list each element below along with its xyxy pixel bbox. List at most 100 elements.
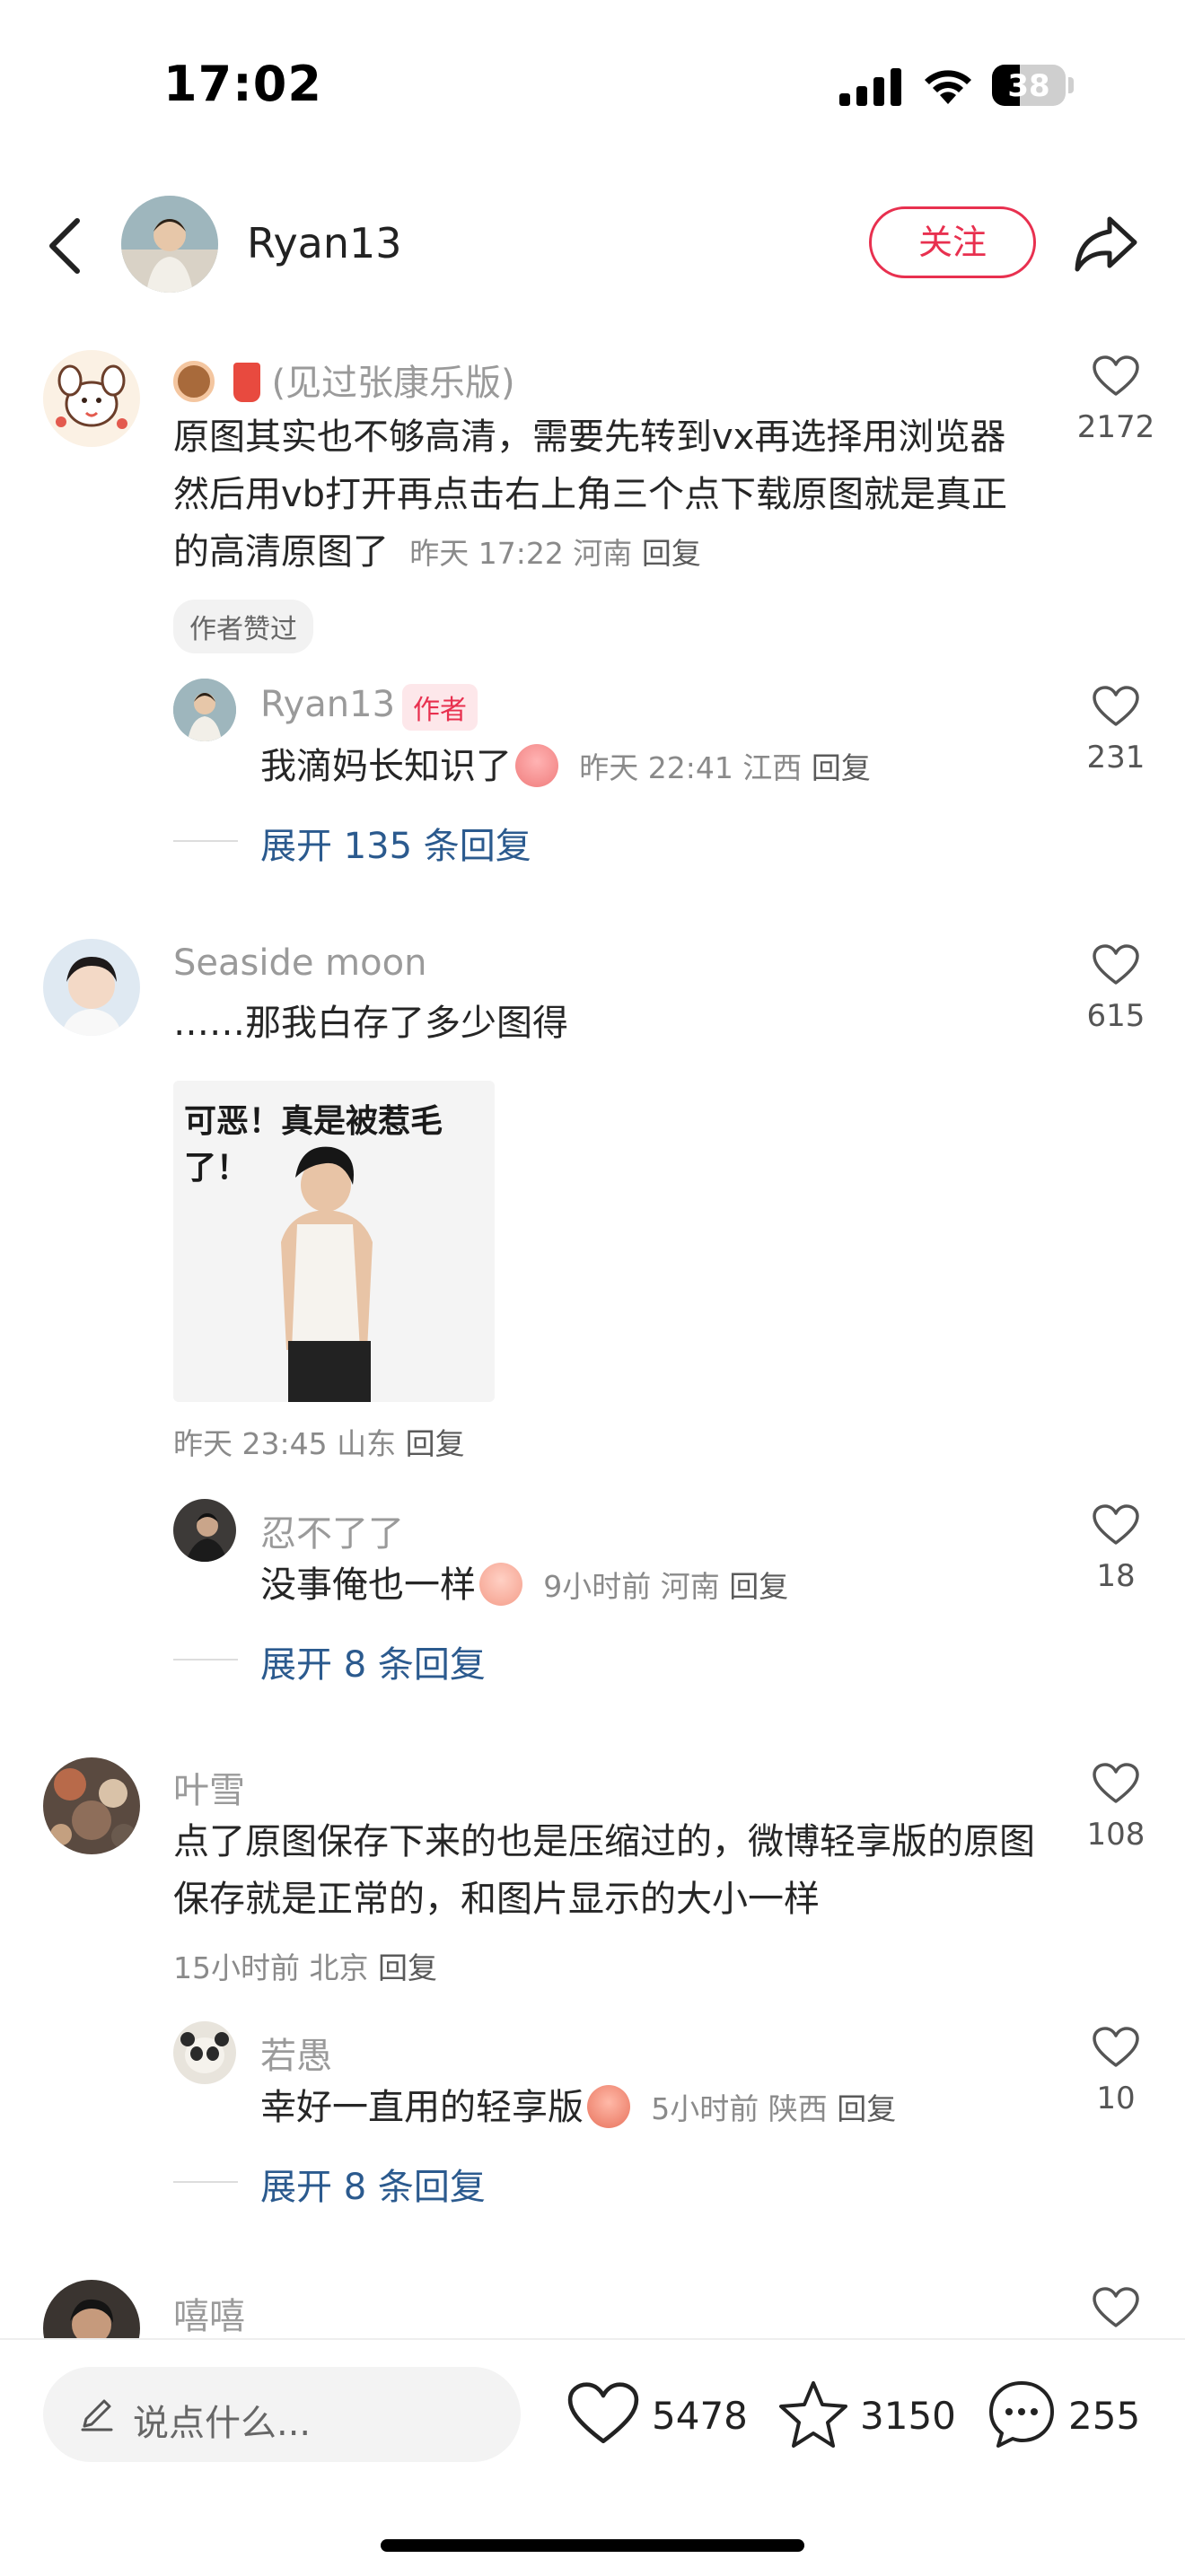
comment-time-location: 昨天 23:45 山东 [173,1426,397,1461]
comment-meta: 昨天 17:22 河南 回复 [400,536,701,571]
reply-body: 幸好一直用的轻享版 [260,2087,584,2128]
favorite-count: 3150 [860,2394,956,2438]
reply-time-location: 昨天 22:41 江西 [579,750,803,785]
expand-divider [173,1659,238,1660]
comment-text[interactable]: 原图其实也不够高清，需要先转到vx再选择用浏览器然后用vb打开再点击右上角三个点… [173,408,1017,583]
comment-like[interactable] [1066,2287,1165,2328]
comment-input-placeholder: 说点什么... [133,2403,312,2444]
reply-button[interactable]: 回复 [642,536,701,571]
reply-button[interactable]: 回复 [378,1950,437,1985]
reply-body: 我滴妈长知识了 [260,746,512,787]
heart-icon[interactable] [1093,1504,1139,1546]
battery-cap [1068,77,1074,93]
like-count: 108 [1086,1817,1146,1853]
reply-avatar[interactable] [173,679,236,741]
reply-time-location: 5小时前 陕西 [651,2091,828,2126]
commenter-avatar[interactable] [43,350,140,447]
post-header: Ryan13 关注 [0,180,1185,314]
comment-like[interactable]: 615 [1066,944,1165,1034]
sticker-image[interactable]: 可恶！真是被惹毛了！ [173,1081,495,1402]
smiling-face-icon [479,1563,522,1606]
author-liked-badge: 作者赞过 [173,600,313,653]
share-icon[interactable] [1070,210,1142,278]
commenter-name[interactable]: 嘻嘻 [173,2287,245,2339]
like-count: 2172 [1076,409,1155,445]
person-sticker-figure [281,1146,373,1402]
heart-icon[interactable] [1093,944,1139,986]
reply-button[interactable]: 回复 [837,2091,896,2126]
author-tag: 作者 [402,684,478,731]
reply-button[interactable]: 回复 [729,1569,788,1604]
surprised-face-icon [515,744,558,787]
comment-time-location: 15小时前 北京 [173,1950,369,1985]
reply-text[interactable]: 幸好一直用的轻享版 5小时前 陕西 回复 [260,2079,1032,2138]
star-icon [779,2381,847,2448]
reply-like[interactable]: 18 [1066,1504,1165,1594]
reply-name[interactable]: 忍不了了 [260,1504,404,1556]
grinning-face-icon [587,2085,630,2128]
reply-text[interactable]: 没事俺也一样 9小时前 河南 回复 [260,1556,1032,1616]
bottom-action-bar: 说点什么... 5478 3150 255 [0,2338,1185,2576]
comment-text[interactable]: ……那我白存了多少图得 [173,994,1017,1052]
commenter-name[interactable]: (见过张康乐版) [173,354,515,406]
commenter-name[interactable]: Seaside moon [173,942,426,984]
reply-button[interactable]: 回复 [812,750,871,785]
expand-replies-link[interactable]: 展开 8 条回复 [260,2158,486,2210]
reply-like[interactable]: 10 [1066,2027,1165,2116]
expand-divider [173,2181,238,2183]
reply-avatar[interactable] [173,1499,236,1562]
wifi-icon [925,70,971,104]
author-avatar[interactable] [121,196,218,293]
reply-button[interactable]: 回复 [406,1426,465,1461]
comment-meta: 15小时前 北京 回复 [173,1944,437,1987]
heart-icon [567,2382,639,2444]
like-count: 615 [1086,998,1146,1034]
battery-percent: 38 [1007,68,1050,104]
heart-icon[interactable] [1093,355,1139,397]
reply-body: 没事俺也一样 [260,1564,476,1606]
commenter-name-text: (见过张康乐版) [271,363,515,404]
status-time: 17:02 [163,56,322,112]
battery-icon: 38 [992,65,1066,106]
comment-text[interactable]: 点了原图保存下来的也是压缩过的，微博轻享版的原图保存就是正常的，和图片显示的大小… [173,1813,1053,1928]
expand-replies-link[interactable]: 展开 8 条回复 [260,1635,486,1687]
post-like-count: 5478 [652,2394,748,2438]
back-arrow-icon[interactable] [36,212,99,280]
commenter-avatar[interactable] [43,1757,140,1854]
drink-icon [233,363,260,402]
commenter-name[interactable]: 叶雪 [173,1761,245,1813]
heart-icon[interactable] [1093,2287,1139,2328]
author-name[interactable]: Ryan13 [247,219,402,267]
like-post-button[interactable]: 5478 [567,2376,748,2457]
comment-meta: 昨天 23:45 山东 回复 [173,1420,465,1463]
comment-input[interactable]: 说点什么... [43,2367,521,2462]
reply-name[interactable]: Ryan13 [260,684,395,725]
expand-replies-link[interactable]: 展开 135 条回复 [260,817,531,869]
follow-button[interactable]: 关注 [869,206,1036,278]
reply-text[interactable]: 我滴妈长知识了 昨天 22:41 江西 回复 [260,738,1032,797]
donut-icon [173,361,215,402]
cellular-signal-icon [839,66,902,106]
heart-icon[interactable] [1093,1763,1139,1804]
comment-like[interactable]: 108 [1066,1763,1165,1853]
comment-count: 255 [1068,2394,1141,2438]
home-indicator[interactable] [381,2539,804,2552]
expand-divider [173,840,238,842]
reply-time-location: 9小时前 河南 [543,1569,720,1604]
pencil-icon [81,2399,113,2431]
reply-avatar[interactable] [173,2021,236,2084]
like-count: 231 [1086,740,1146,775]
status-bar: 17:02 38 [0,0,1185,171]
comment-like[interactable]: 2172 [1066,355,1165,445]
commenter-avatar[interactable] [43,939,140,1036]
heart-icon[interactable] [1093,686,1139,727]
like-count: 18 [1096,1558,1136,1594]
reply-like[interactable]: 231 [1066,686,1165,775]
chat-bubble-icon [989,2381,1054,2448]
comments-button[interactable]: 255 [986,2376,1165,2457]
reply-name[interactable]: 若愚 [260,2027,332,2079]
favorite-button[interactable]: 3150 [777,2376,957,2457]
heart-icon[interactable] [1093,2027,1139,2068]
comment-time-location: 昨天 17:22 河南 [409,536,633,571]
like-count: 10 [1096,2081,1136,2116]
